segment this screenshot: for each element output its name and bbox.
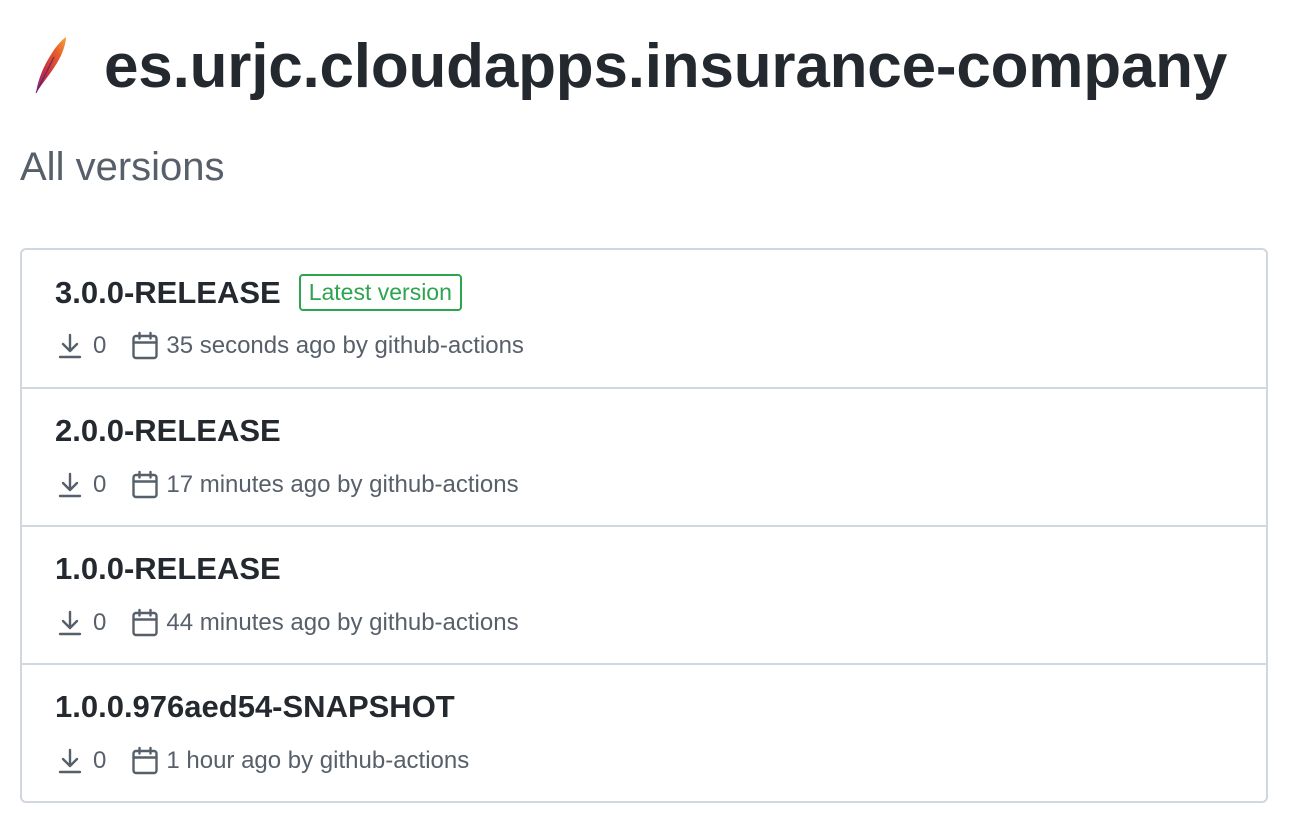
section-title: All versions [20,145,225,189]
download-icon [55,469,85,501]
version-meta: 0 44 minutes ago by github-actions [55,607,519,639]
version-heading: 2.0.0-RELEASE [55,413,281,449]
version-link[interactable]: 2.0.0-RELEASE [55,413,281,449]
latest-version-badge: Latest version [298,274,462,311]
published-info: 44 minutes ago by github-actions [166,609,519,636]
versions-list: 3.0.0-RELEASE Latest version 0 35 second… [20,248,1268,803]
calendar-icon [130,745,160,777]
version-row: 1.0.0.976aed54-SNAPSHOT 0 1 hour ago by … [22,663,1266,801]
download-count: 0 [93,332,107,359]
download-icon [55,330,85,362]
download-icon [55,745,85,777]
calendar-icon [130,607,160,639]
version-row: 3.0.0-RELEASE Latest version 0 35 second… [22,250,1266,387]
version-link[interactable]: 1.0.0-RELEASE [55,551,281,587]
download-count: 0 [93,609,107,636]
version-meta: 0 17 minutes ago by github-actions [55,469,519,501]
version-row: 1.0.0-RELEASE 0 44 minutes ago by github… [22,525,1266,663]
apache-feather-icon [28,35,72,97]
version-meta: 0 35 seconds ago by github-actions [55,330,524,362]
published-info: 17 minutes ago by github-actions [166,471,519,498]
calendar-icon [130,330,160,362]
package-title: es.urjc.cloudapps.insurance-company [104,31,1228,101]
version-heading: 3.0.0-RELEASE Latest version [55,274,462,311]
calendar-icon [130,469,160,501]
download-count: 0 [93,471,107,498]
download-count: 0 [93,747,107,774]
version-link[interactable]: 3.0.0-RELEASE [55,275,281,311]
version-meta: 0 1 hour ago by github-actions [55,745,469,777]
package-header: es.urjc.cloudapps.insurance-company [28,26,1227,106]
published-info: 35 seconds ago by github-actions [166,332,524,359]
version-heading: 1.0.0.976aed54-SNAPSHOT [55,689,455,725]
download-icon [55,607,85,639]
version-link[interactable]: 1.0.0.976aed54-SNAPSHOT [55,689,455,725]
version-row: 2.0.0-RELEASE 0 17 minutes ago by github… [22,387,1266,525]
published-info: 1 hour ago by github-actions [166,747,470,774]
version-heading: 1.0.0-RELEASE [55,551,281,587]
